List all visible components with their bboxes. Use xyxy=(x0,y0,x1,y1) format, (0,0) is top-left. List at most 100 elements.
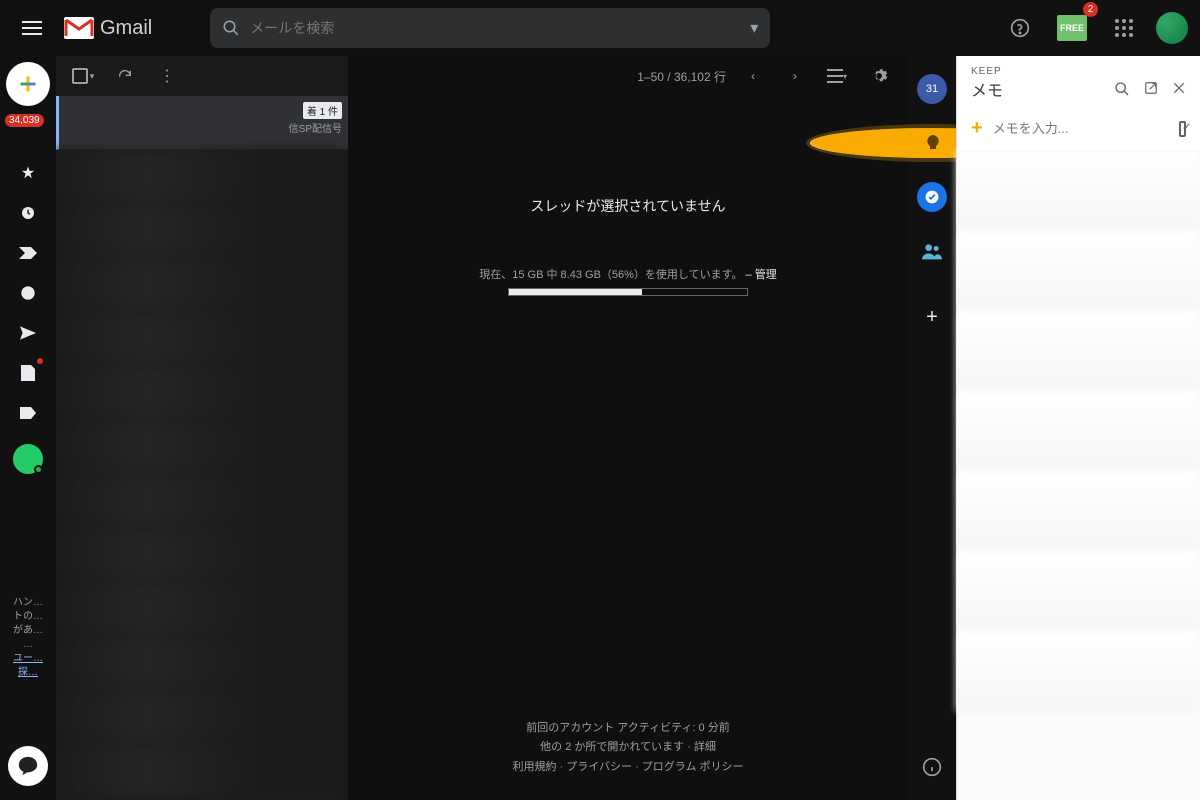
inbox-count-badge: 34,039 xyxy=(5,114,44,127)
left-nav-rail: 34,039 ★ ハン… トの… があ… … ユー… 探… xyxy=(0,56,56,800)
thread-list-column: ▾ ⋮ 着 1 件 信SP配信号 xyxy=(56,56,348,800)
addon-get-addons[interactable]: + xyxy=(917,302,947,332)
display-density-button[interactable]: ▾ xyxy=(822,61,852,91)
google-apps-button[interactable] xyxy=(1104,8,1144,48)
addons-rail: 31 + xyxy=(908,56,956,800)
hangouts-empty-text: ハン… トの… があ… … ユー… 探… xyxy=(3,596,53,680)
hangouts-find-link[interactable]: ユー… xyxy=(3,652,53,666)
no-thread-selected-message: スレッドが選択されていません xyxy=(530,196,725,216)
main-menu-button[interactable] xyxy=(12,8,52,48)
search-icon xyxy=(222,19,240,37)
details-link[interactable]: 詳細 xyxy=(694,741,716,753)
search-options-caret-icon[interactable]: ▾ xyxy=(750,18,758,38)
gmail-logo[interactable]: Gmail xyxy=(64,17,152,40)
close-icon xyxy=(1172,81,1186,95)
thread-row[interactable] xyxy=(56,258,348,312)
addon-contacts[interactable] xyxy=(917,236,947,266)
nav-snoozed[interactable] xyxy=(13,200,43,226)
info-button[interactable] xyxy=(917,752,947,782)
refresh-button[interactable] xyxy=(108,59,142,93)
addon-tasks[interactable] xyxy=(917,182,947,212)
keep-open-button[interactable] xyxy=(1144,81,1158,97)
thread-new-badge: 着 1 件 xyxy=(303,102,342,119)
search-icon xyxy=(1114,81,1130,97)
keep-note-item[interactable] xyxy=(957,551,1200,631)
keep-note-input[interactable] xyxy=(993,121,1169,136)
apps-grid-icon xyxy=(1115,19,1133,37)
reading-pane: 1–50 / 36,102 行 ‹ › ▾ スレッドが選択されていません 現在、… xyxy=(348,56,908,800)
nav-important[interactable] xyxy=(13,240,43,266)
select-all-checkbox[interactable]: ▾ xyxy=(66,59,100,93)
manage-storage-link[interactable]: – 管理 xyxy=(746,269,777,281)
storage-usage-text: 現在、15 GB 中 8.43 GB（56%）を使用しています。 – 管理 xyxy=(479,266,777,282)
thread-row[interactable] xyxy=(56,744,348,798)
plus-icon: + xyxy=(926,306,938,329)
thread-row[interactable] xyxy=(56,312,348,366)
terms-link[interactable]: 利用規約 xyxy=(512,761,556,773)
account-avatar[interactable] xyxy=(1156,12,1188,44)
support-button[interactable] xyxy=(1000,8,1040,48)
keep-note-item[interactable] xyxy=(957,631,1200,711)
keep-close-button[interactable] xyxy=(1172,81,1186,97)
keep-note-item[interactable] xyxy=(957,391,1200,471)
nav-drafts[interactable] xyxy=(13,360,43,386)
keep-header: KEEP メモ xyxy=(957,56,1200,107)
list-toolbar: ▾ ⋮ xyxy=(56,56,348,96)
keep-new-note-row[interactable]: + xyxy=(957,107,1200,151)
thread-row[interactable] xyxy=(56,366,348,420)
thread-row[interactable] xyxy=(56,528,348,582)
contacts-icon xyxy=(922,242,942,260)
prev-page-button[interactable]: ‹ xyxy=(738,61,768,91)
compose-button[interactable] xyxy=(6,62,50,106)
nav-chats[interactable] xyxy=(13,280,43,306)
drafts-indicator-icon xyxy=(37,358,43,364)
nav-inbox[interactable]: 34,039 xyxy=(13,120,43,146)
thread-row[interactable] xyxy=(56,420,348,474)
thread-row[interactable] xyxy=(56,636,348,690)
plus-icon: + xyxy=(971,117,983,140)
keep-note-item[interactable] xyxy=(957,231,1200,311)
keep-icon xyxy=(926,135,940,151)
app-header: Gmail ▾ FREE 2 xyxy=(0,0,1200,56)
storage-progress-bar xyxy=(508,288,748,296)
search-input[interactable] xyxy=(250,20,758,36)
thread-row[interactable]: 着 1 件 信SP配信号 xyxy=(56,96,348,150)
thread-row[interactable] xyxy=(56,204,348,258)
thread-list: 着 1 件 信SP配信号 xyxy=(56,96,348,800)
hangouts-launcher[interactable] xyxy=(8,746,48,786)
nav-starred[interactable]: ★ xyxy=(13,160,43,186)
nav-sent[interactable] xyxy=(13,320,43,346)
hangouts-find-link2[interactable]: 探… xyxy=(3,666,53,680)
info-icon xyxy=(922,757,942,777)
thread-row[interactable] xyxy=(56,582,348,636)
keep-new-list-button[interactable] xyxy=(1179,121,1186,137)
privacy-link[interactable]: プライバシー xyxy=(566,761,632,773)
nav-label[interactable] xyxy=(13,400,43,426)
keep-note-item[interactable] xyxy=(957,311,1200,391)
keep-note-item[interactable] xyxy=(957,151,1200,231)
open-external-icon xyxy=(1144,81,1158,95)
next-page-button[interactable]: › xyxy=(780,61,810,91)
activity-text: 前回のアカウント アクティビティ: 0 分前 xyxy=(348,719,908,739)
storage-progress-fill xyxy=(509,289,642,295)
keep-note-item[interactable] xyxy=(957,471,1200,551)
policy-link[interactable]: プログラム ポリシー xyxy=(642,761,744,773)
free-label: FREE xyxy=(1057,15,1087,41)
settings-button[interactable] xyxy=(864,61,894,91)
keep-title: メモ xyxy=(971,77,1003,101)
gmail-word: Gmail xyxy=(100,17,152,40)
thread-snippet: 信SP配信号 xyxy=(289,120,342,135)
promo-badge[interactable]: FREE 2 xyxy=(1052,8,1092,48)
thread-row[interactable] xyxy=(56,150,348,204)
thread-row[interactable] xyxy=(56,474,348,528)
keep-search-button[interactable] xyxy=(1114,81,1130,97)
hangouts-avatar[interactable] xyxy=(13,444,43,474)
more-actions-button[interactable]: ⋮ xyxy=(150,59,184,93)
keep-panel: KEEP メモ + xyxy=(956,56,1200,800)
keep-notes-list xyxy=(957,151,1200,800)
addon-calendar[interactable]: 31 xyxy=(917,74,947,104)
pane-body: スレッドが選択されていません 現在、15 GB 中 8.43 GB（56%）を使… xyxy=(348,96,908,719)
search-bar[interactable]: ▾ xyxy=(210,8,770,48)
pane-toolbar: 1–50 / 36,102 行 ‹ › ▾ xyxy=(348,56,908,96)
thread-row[interactable] xyxy=(56,690,348,744)
